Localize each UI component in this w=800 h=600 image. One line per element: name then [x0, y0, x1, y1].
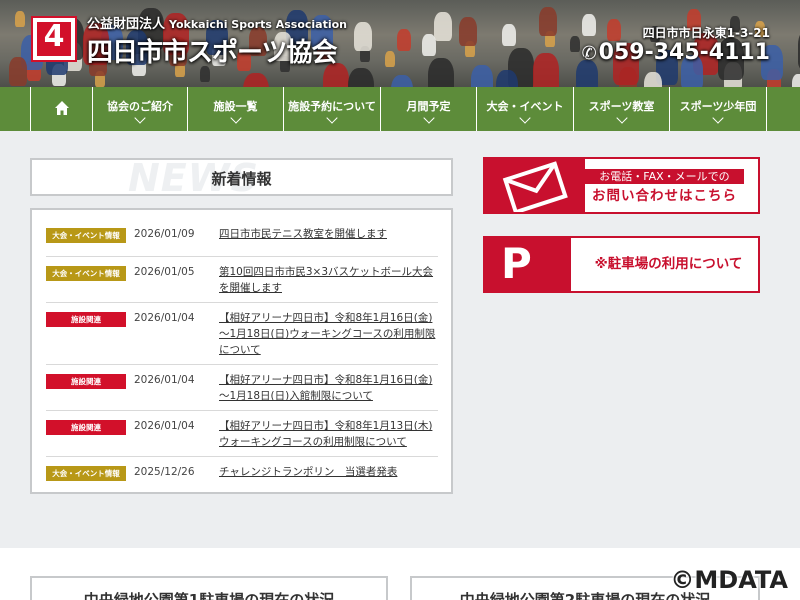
- nav-home[interactable]: [30, 87, 92, 131]
- parking-icon: P: [501, 239, 532, 288]
- news-link[interactable]: 【相好アリーナ四日市】令和8年1月13日(木)ウォーキングコースの利用制限につい…: [219, 418, 438, 450]
- phone-number[interactable]: ✆059-345-4111: [582, 40, 770, 65]
- news-link[interactable]: 【相好アリーナ四日市】令和8年1月16日(金)～1月18日(日)入館制限について: [219, 372, 438, 404]
- news-list: 大会・イベント情報 2026/01/09 四日市市民テニス教室を開催します 大会・イベ…: [46, 219, 438, 492]
- news-link[interactable]: 第10回四日市市民3×3バスケットボール大会を開催します: [219, 264, 438, 296]
- nav-sports-class[interactable]: スポーツ教室: [573, 87, 669, 131]
- news-link[interactable]: チャレンジトランポリン 当選者発表: [219, 464, 438, 480]
- org-name[interactable]: 四日市市スポーツ協会: [87, 32, 337, 69]
- news-date: 2026/01/05: [134, 266, 195, 278]
- news-list-box[interactable]: 大会・イベント情報 2026/01/09 四日市市民テニス教室を開催します 大会・イベ…: [30, 208, 453, 494]
- global-nav: 協会のご紹介 施設一覧 施設予約について 月間予定 大会・イベント スポーツ教室…: [0, 87, 800, 131]
- news-item[interactable]: 施設関連 2026/01/04 【相好アリーナ四日市】令和8年1月13日(木)ウォー…: [46, 411, 438, 457]
- chevron-down-icon: [134, 112, 146, 124]
- news-item[interactable]: 大会・イベント情報 2025/12/26 チャレンジトランポリン 当選者発表: [46, 457, 438, 492]
- home-icon: [54, 101, 69, 115]
- contact-banner-line2: お問い合わせはこちら: [592, 188, 737, 204]
- news-date: 2026/01/04: [134, 420, 195, 432]
- news-date: 2025/12/26: [134, 466, 195, 478]
- org-en-name: Yokkaichi Sports Association: [169, 18, 348, 31]
- category-badge: 大会・イベント情報: [46, 228, 126, 243]
- news-date: 2026/01/09: [134, 228, 195, 240]
- category-badge: 施設関連: [46, 420, 126, 435]
- news-heading-text: 新着情報: [211, 170, 272, 188]
- category-badge: 大会・イベント情報: [46, 266, 126, 281]
- category-badge: 大会・イベント情報: [46, 466, 126, 481]
- news-link[interactable]: 【相好アリーナ四日市】令和8年1月16日(金)～1月18日(日)ウォーキングコー…: [219, 310, 438, 358]
- nav-reservation[interactable]: 施設予約について: [283, 87, 380, 131]
- contact-banner[interactable]: お電話・FAX・メールでの お問い合わせはこちら: [483, 157, 760, 214]
- watermark: ©MDATA: [670, 566, 788, 594]
- news-link[interactable]: 四日市市民テニス教室を開催します: [219, 226, 438, 242]
- category-badge: 施設関連: [46, 374, 126, 389]
- news-item[interactable]: 大会・イベント情報 2026/01/05 第10回四日市市民3×3バスケットボール大…: [46, 257, 438, 303]
- news-date: 2026/01/04: [134, 374, 195, 386]
- parking-status-title-1: 中央緑地公園第1駐車場の現在の状況: [83, 591, 335, 600]
- chevron-down-icon: [422, 112, 435, 124]
- site-header: 4 公益財団法人 Yokkaichi Sports Association 四日市…: [0, 0, 800, 87]
- parking-banner-text: ※駐車場の利用について: [594, 256, 743, 272]
- news-date: 2026/01/04: [134, 312, 195, 324]
- chevron-down-icon: [615, 112, 628, 124]
- nav-events[interactable]: 大会・イベント: [476, 87, 573, 131]
- parking-banner[interactable]: P ※駐車場の利用について: [483, 236, 760, 293]
- news-item[interactable]: 施設関連 2026/01/04 【相好アリーナ四日市】令和8年1月16日(金)～1月…: [46, 303, 438, 365]
- chevron-down-icon: [326, 112, 338, 124]
- site-logo[interactable]: 4: [31, 16, 77, 62]
- nav-monthly-schedule[interactable]: 月間予定: [380, 87, 476, 131]
- nav-facilities[interactable]: 施設一覧: [187, 87, 283, 131]
- envelope-icon: [502, 161, 568, 212]
- nav-youth-club[interactable]: スポーツ少年団: [669, 87, 767, 131]
- news-item[interactable]: 施設関連 2026/01/04 【相好アリーナ四日市】令和8年1月16日(金)～1月…: [46, 365, 438, 411]
- org-type: 公益財団法人 Yokkaichi Sports Association: [87, 17, 348, 32]
- contact-banner-line1: お電話・FAX・メールでの: [599, 170, 730, 183]
- category-badge: 施設関連: [46, 312, 126, 327]
- nav-about[interactable]: 協会のご紹介: [92, 87, 187, 131]
- news-item[interactable]: 大会・イベント情報 2026/01/09 四日市市民テニス教室を開催します: [46, 219, 438, 257]
- chevron-down-icon: [712, 112, 724, 124]
- chevron-down-icon: [229, 112, 242, 124]
- phone-icon: ✆: [581, 43, 597, 64]
- news-heading: NEWS 新着情報: [30, 158, 453, 197]
- address: 四日市市日永東1-3-21: [642, 26, 770, 40]
- chevron-down-icon: [519, 112, 531, 124]
- parking-status-card-1[interactable]: 中央緑地公園第1駐車場の現在の状況: [30, 576, 388, 600]
